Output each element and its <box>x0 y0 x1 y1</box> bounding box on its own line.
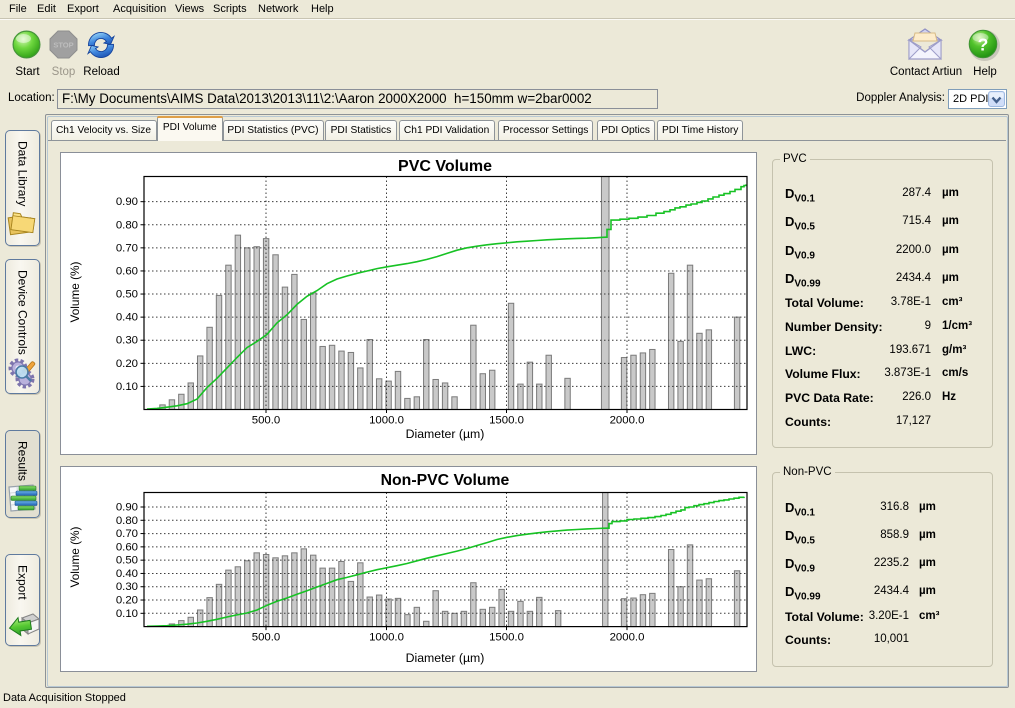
svg-text:0.90: 0.90 <box>116 196 138 208</box>
svg-text:0.60: 0.60 <box>116 541 138 553</box>
svg-text:0.50: 0.50 <box>116 555 138 567</box>
svg-text:STOP: STOP <box>53 41 73 50</box>
svg-text:0.70: 0.70 <box>116 528 138 540</box>
svg-text:0.80: 0.80 <box>116 515 138 527</box>
svg-text:500.0: 500.0 <box>252 415 281 427</box>
svg-text:1500.0: 1500.0 <box>489 632 524 644</box>
svg-text:0.40: 0.40 <box>116 312 138 324</box>
svg-text:0.70: 0.70 <box>116 242 138 254</box>
svg-text:0.20: 0.20 <box>116 358 138 370</box>
svg-text:0.60: 0.60 <box>116 266 138 278</box>
svg-text:0.30: 0.30 <box>116 581 138 593</box>
svg-text:500.0: 500.0 <box>252 632 281 644</box>
svg-text:0.40: 0.40 <box>116 568 138 580</box>
svg-text:0.50: 0.50 <box>116 289 138 301</box>
svg-text:0.20: 0.20 <box>116 595 138 607</box>
svg-text:1000.0: 1000.0 <box>369 415 404 427</box>
svg-text:0.80: 0.80 <box>116 219 138 231</box>
svg-text:1000.0: 1000.0 <box>369 632 404 644</box>
svg-text:2000.0: 2000.0 <box>610 415 645 427</box>
svg-text:0.30: 0.30 <box>116 335 138 347</box>
svg-text:0.10: 0.10 <box>116 608 138 620</box>
svg-text:0.10: 0.10 <box>116 381 138 393</box>
svg-text:?: ? <box>978 35 989 55</box>
svg-text:2000.0: 2000.0 <box>610 632 645 644</box>
svg-text:0.90: 0.90 <box>116 502 138 514</box>
svg-text:1500.0: 1500.0 <box>489 415 524 427</box>
